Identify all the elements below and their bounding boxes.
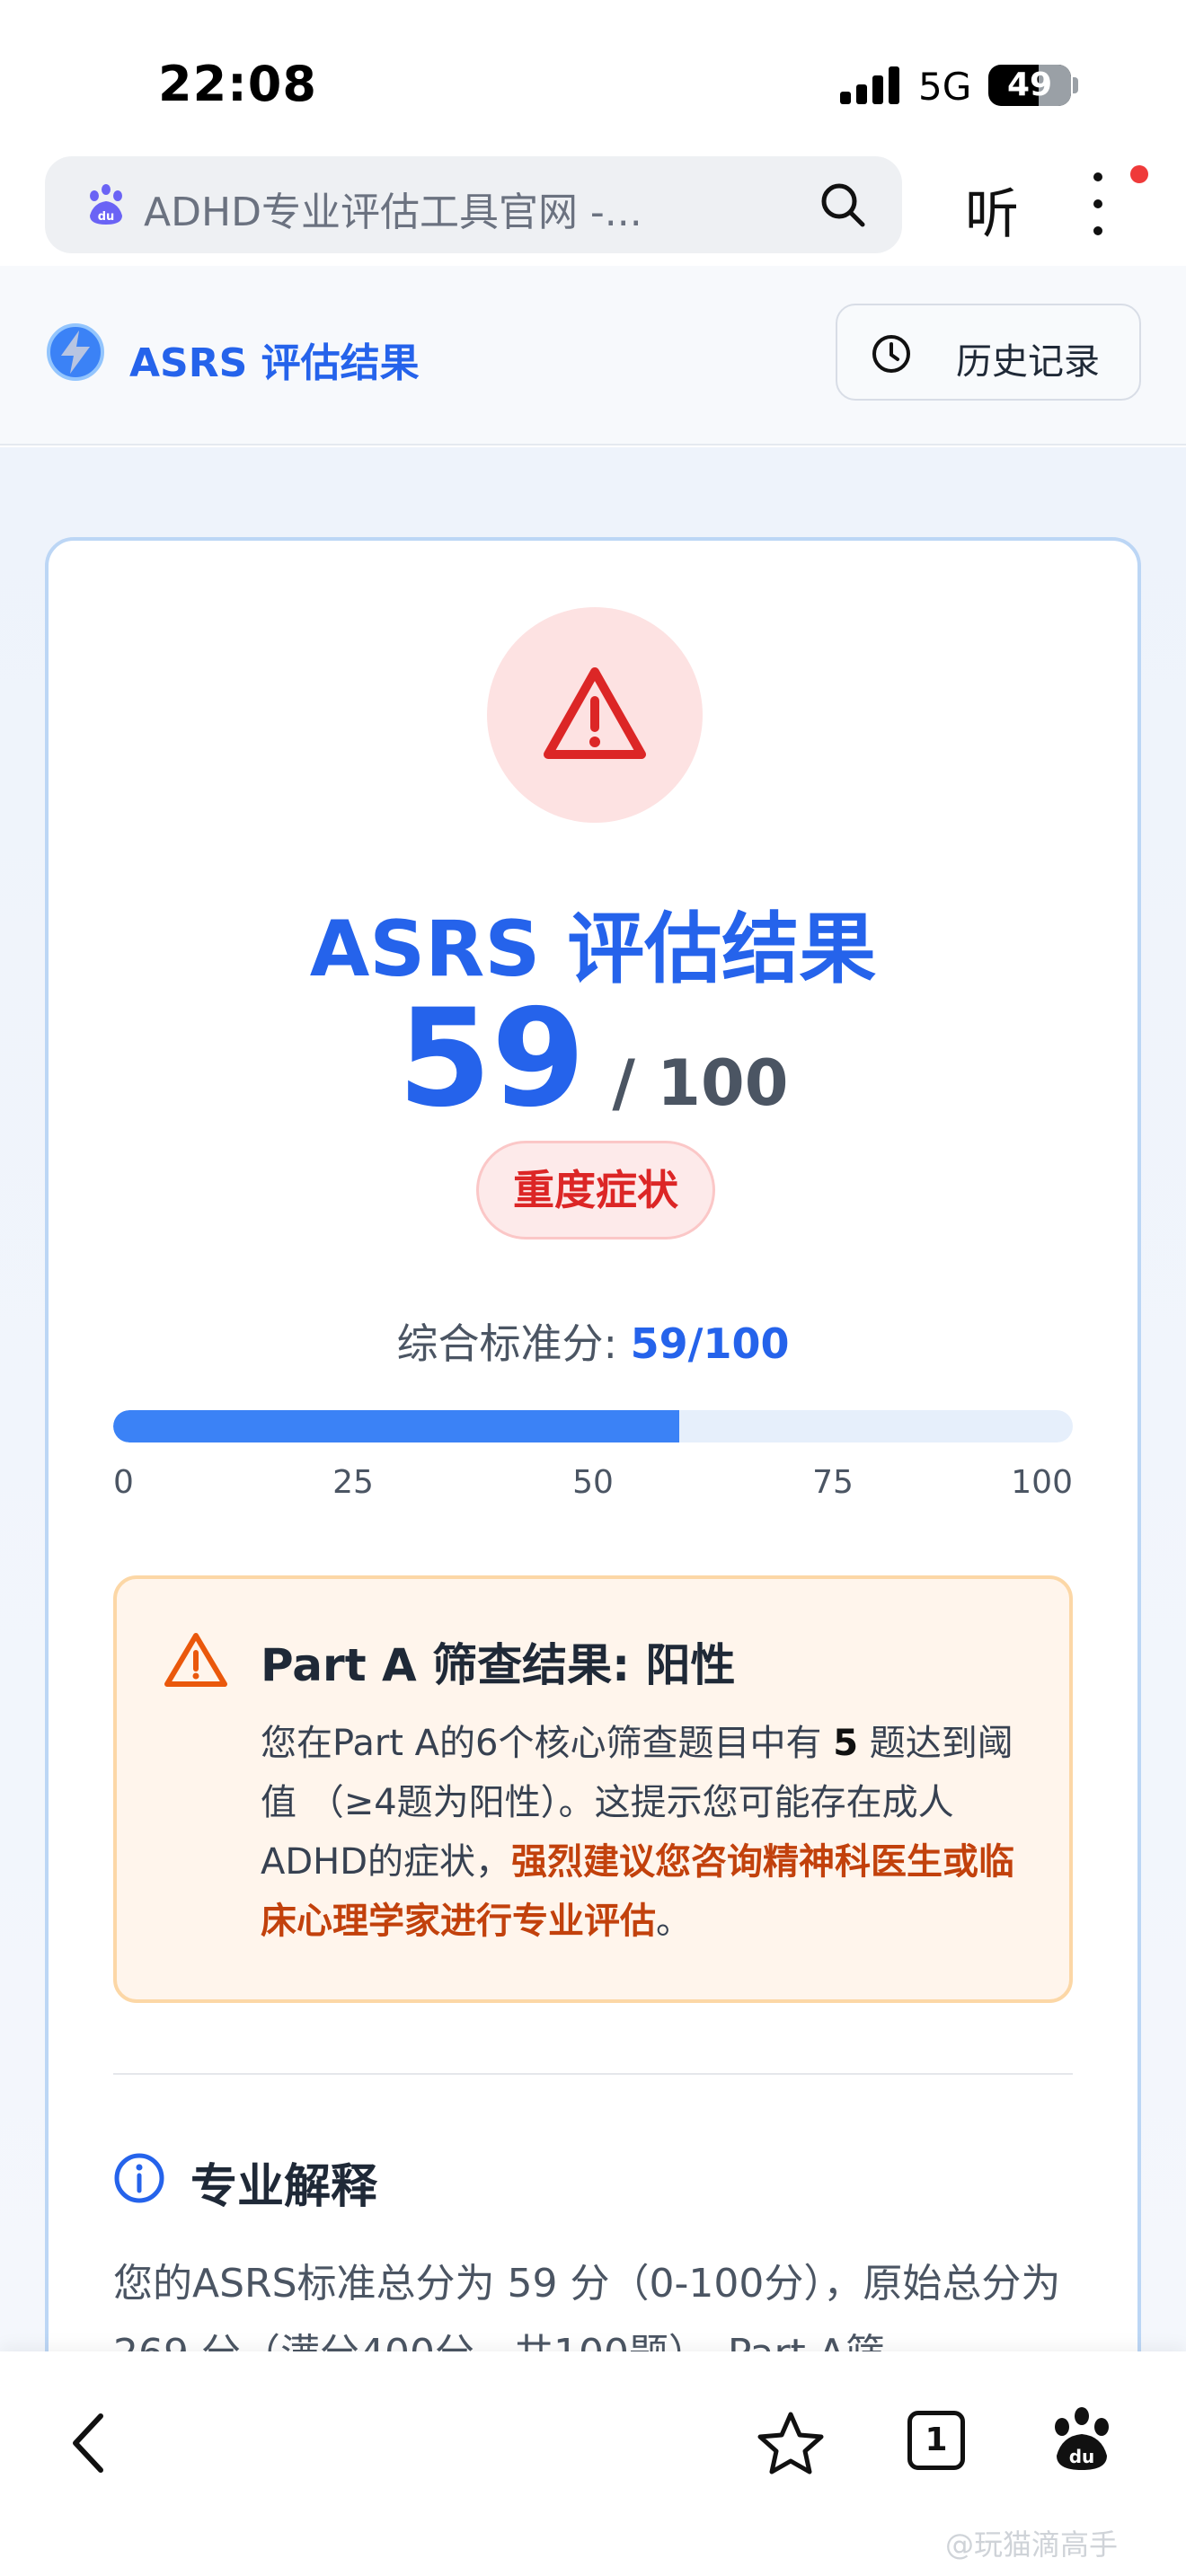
clock-time: 22:08 [158, 56, 317, 112]
progress-tick-label: 100 [1011, 1464, 1073, 1501]
status-bar: 22:08 5G 49 [0, 0, 1186, 153]
svg-text:du: du [98, 210, 115, 224]
alert-text-1: 您在Part A的6个核心筛查题目中有 [261, 1723, 834, 1764]
score-value: 59 [397, 981, 586, 1137]
history-label: 历史记录 [956, 341, 1100, 383]
tabs-button[interactable]: 1 [907, 2411, 965, 2470]
progress-tick-label: 25 [332, 1464, 374, 1501]
lightning-logo-icon [47, 323, 104, 381]
standard-score-value: 59/100 [630, 1319, 790, 1368]
progress-tick-label: 50 [572, 1464, 614, 1501]
app-header: ASRS 评估结果 历史记录 [0, 266, 1186, 446]
progress-ticks: 0 25 50 75 100 [113, 1464, 1073, 1509]
standard-score-label: 综合标准分: [396, 1319, 618, 1368]
clock-icon [872, 335, 910, 373]
url-text[interactable]: ADHD专业评估工具官网 -... [144, 180, 791, 237]
baidu-paw-icon[interactable]: du [1046, 2404, 1118, 2475]
score-display: 59 / 100 [49, 981, 1137, 1137]
app-title: ASRS 评估结果 [129, 340, 420, 386]
listen-button[interactable]: 听 [965, 171, 1019, 249]
part-a-alert: Part A 筛查结果: 阳性 您在Part A的6个核心筛查题目中有 5 题达… [113, 1575, 1073, 2003]
score-progress-bar [113, 1410, 1073, 1442]
progress-tick-label: 0 [113, 1464, 134, 1501]
back-arrow-icon[interactable] [63, 2407, 117, 2479]
history-button[interactable]: 历史记录 [836, 304, 1141, 401]
warning-badge [487, 607, 703, 823]
search-icon[interactable] [818, 180, 868, 230]
score-progress-fill [113, 1410, 680, 1442]
explanation-title: 专业解释 [190, 2160, 378, 2214]
warning-triangle-icon [544, 667, 646, 759]
alert-heading: Part A 筛查结果: 阳性 [261, 1639, 736, 1691]
section-divider [113, 2073, 1073, 2075]
result-card: ASRS 评估结果 59/ 100 重度症状 综合标准分: 59/100 0 25… [45, 537, 1141, 2423]
watermark: @玩猫滴高手 [945, 2527, 1119, 2562]
info-icon [114, 2153, 164, 2203]
alert-text-3: 。 [656, 1901, 692, 1942]
standard-score: 综合标准分: 59/100 [49, 1311, 1137, 1371]
baidu-paw-icon: du [90, 184, 122, 225]
battery-level: 49 [1006, 66, 1053, 103]
progress-tick-label: 75 [812, 1464, 854, 1501]
bookmark-star-icon[interactable] [755, 2409, 827, 2477]
alert-body: 您在Part A的6个核心筛查题目中有 5 题达到阈值 （≥4题为阳性）。这提示… [261, 1714, 1024, 1951]
alert-count: 5 [833, 1723, 859, 1764]
more-menu-icon[interactable] [1089, 172, 1107, 235]
address-bar[interactable]: du ADHD专业评估工具官网 -... [45, 156, 902, 253]
score-max: / 100 [612, 1046, 789, 1120]
battery-icon: 49 [988, 65, 1071, 106]
signal-icon [840, 66, 899, 104]
alert-triangle-icon [164, 1633, 227, 1687]
network-type: 5G [918, 65, 972, 109]
notification-dot [1130, 165, 1148, 183]
severity-badge: 重度症状 [476, 1141, 715, 1239]
svg-text:du: du [1069, 2446, 1095, 2467]
battery-tip [1073, 77, 1078, 93]
